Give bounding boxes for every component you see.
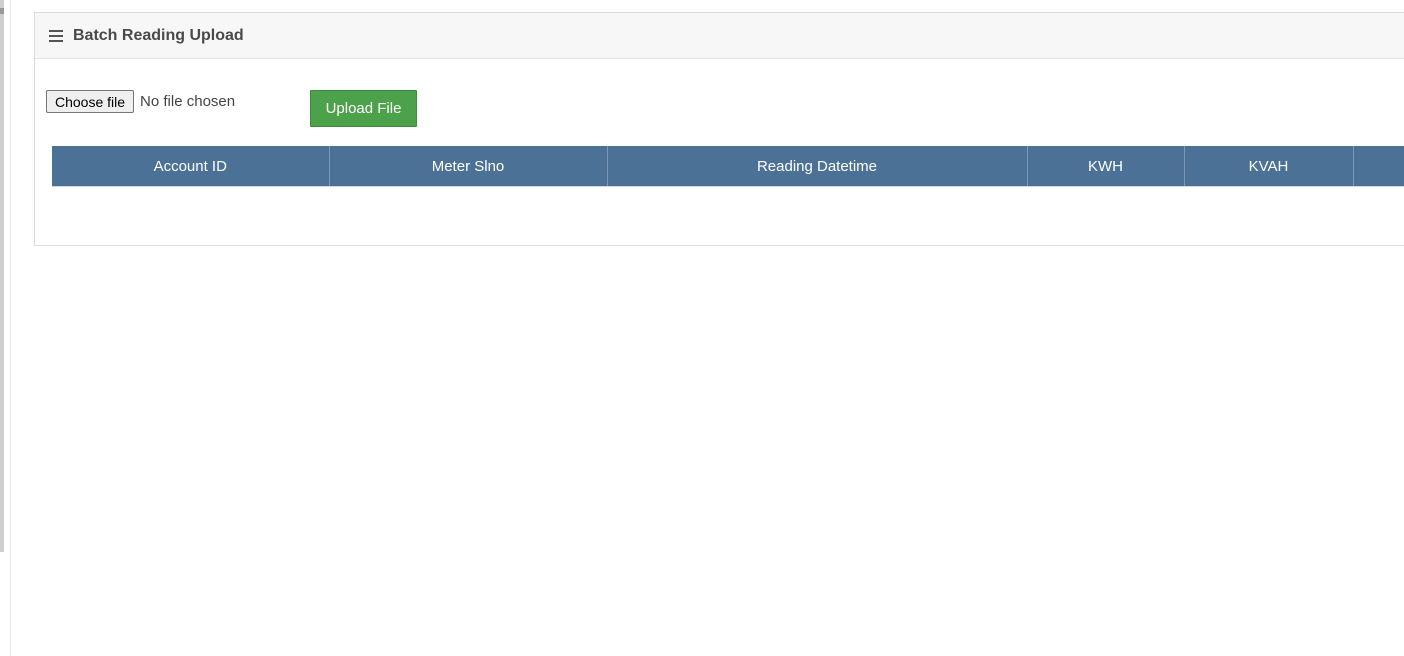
left-scroll-rail xyxy=(0,0,4,552)
table-bottom-border xyxy=(52,186,1404,187)
upload-file-button[interactable]: Upload File xyxy=(310,90,417,127)
hamburger-menu-icon xyxy=(49,29,63,42)
panel-title: Batch Reading Upload xyxy=(73,26,244,44)
choose-file-button[interactable]: Choose file xyxy=(46,90,135,113)
column-header-account-id[interactable]: Account ID xyxy=(52,146,330,186)
batch-upload-panel: Batch Reading Upload Choose file No file… xyxy=(34,12,1404,246)
column-header-extra[interactable] xyxy=(1353,146,1404,186)
column-header-kwh[interactable]: KWH xyxy=(1027,146,1185,186)
file-input[interactable]: Choose file No file chosen xyxy=(46,90,235,113)
column-header-meter-slno[interactable]: Meter Slno xyxy=(329,146,608,186)
file-status-text: No file chosen xyxy=(140,93,236,110)
panel-header: Batch Reading Upload xyxy=(35,13,1404,59)
left-divider xyxy=(10,0,11,656)
readings-table: Account ID Meter Slno Reading Datetime K… xyxy=(52,146,1404,187)
column-header-reading-datetime[interactable]: Reading Datetime xyxy=(607,146,1028,186)
table-header-row: Account ID Meter Slno Reading Datetime K… xyxy=(52,146,1404,186)
rail-tick xyxy=(0,8,4,14)
column-header-kvah[interactable]: KVAH xyxy=(1184,146,1354,186)
